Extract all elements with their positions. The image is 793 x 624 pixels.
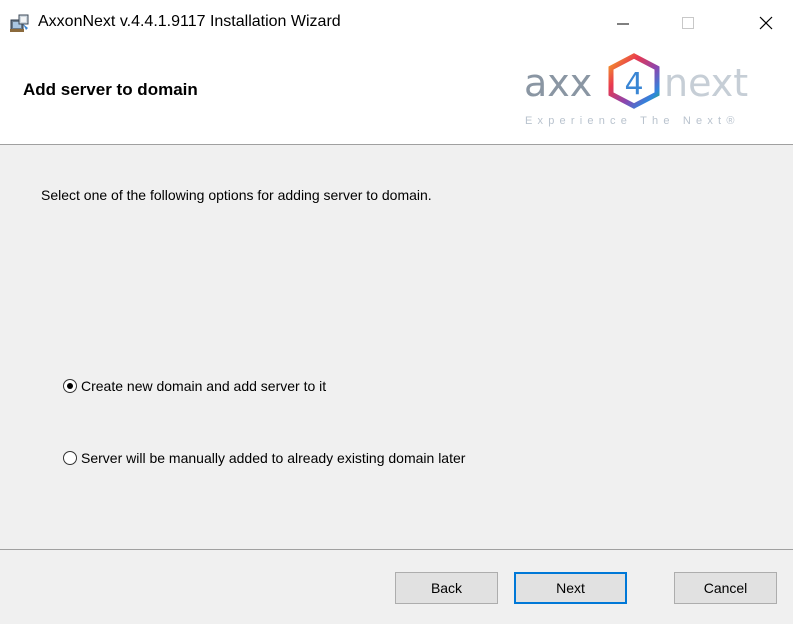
title-bar[interactable]: AxxonNext v.4.4.1.9117 Installation Wiza… <box>0 0 793 46</box>
radio-create-new-domain[interactable] <box>63 379 77 393</box>
logo-number: 4 <box>624 67 643 102</box>
page-title: Add server to domain <box>23 80 198 99</box>
logo-left-text: axx <box>524 61 592 105</box>
next-button[interactable]: Next <box>514 572 627 604</box>
option-add-manually-later[interactable]: Server will be manually added to already… <box>63 450 465 466</box>
option-add-manually-later-label[interactable]: Server will be manually added to already… <box>81 450 465 466</box>
maximize-button[interactable] <box>660 0 716 46</box>
footer-divider <box>0 549 793 550</box>
content-area: Select one of the following options for … <box>0 145 793 549</box>
window-title: AxxonNext v.4.4.1.9117 Installation Wiza… <box>38 13 341 30</box>
header-banner: Add server to domain axx 4 next Experien… <box>0 46 793 145</box>
radio-add-manually-later[interactable] <box>63 451 77 465</box>
logo-right-text: next <box>664 61 748 105</box>
option-create-new-domain[interactable]: Create new domain and add server to it <box>63 378 326 394</box>
logo-tagline: Experience The Next® <box>525 115 740 127</box>
cancel-button[interactable]: Cancel <box>674 572 777 604</box>
minimize-icon <box>617 23 629 25</box>
instruction-text: Select one of the following options for … <box>41 187 432 203</box>
maximize-icon <box>682 17 694 29</box>
close-button[interactable] <box>738 0 793 46</box>
installer-icon <box>10 14 29 32</box>
back-button[interactable]: Back <box>395 572 498 604</box>
installer-window: AxxonNext v.4.4.1.9117 Installation Wiza… <box>0 0 793 624</box>
axxon-next-logo: axx 4 next <box>524 53 748 109</box>
close-icon <box>759 16 773 30</box>
minimize-button[interactable] <box>595 0 651 46</box>
option-create-new-domain-label[interactable]: Create new domain and add server to it <box>81 378 326 394</box>
